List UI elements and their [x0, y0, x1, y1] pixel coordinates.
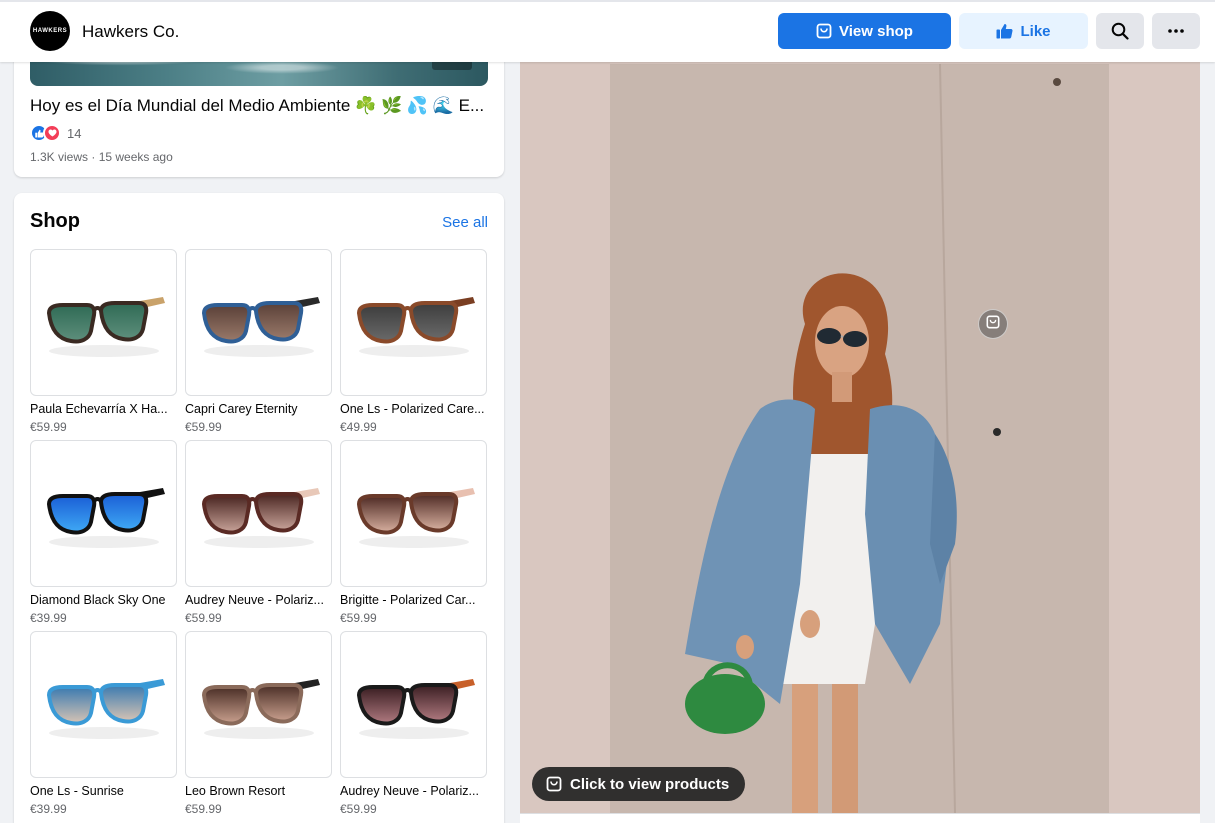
sunglasses-icon [356, 487, 475, 548]
product-price: €59.99 [340, 611, 377, 625]
view-products-label: Click to view products [570, 775, 730, 793]
reactions-summary[interactable]: 14 [30, 124, 81, 142]
viewer-footer [520, 813, 1200, 823]
sunglasses-icon [46, 487, 165, 548]
product-image[interactable] [185, 249, 332, 396]
sunglasses-icon [356, 296, 475, 357]
product-tag-button[interactable] [978, 309, 1008, 339]
search-button[interactable] [1096, 13, 1144, 49]
view-products-button[interactable]: Click to view products [532, 767, 746, 801]
model-photo-illustration [610, 63, 1109, 813]
product-name[interactable]: One Ls - Polarized Care... [340, 402, 492, 416]
product-price: €39.99 [30, 611, 67, 625]
reaction-count: 14 [67, 125, 82, 141]
product-image[interactable] [340, 249, 487, 396]
product-image[interactable] [30, 631, 177, 778]
product-price: €59.99 [185, 611, 222, 625]
photo-viewer[interactable]: Click to view products [520, 62, 1200, 813]
sunglasses-icon [201, 296, 320, 357]
shop-title: Shop [30, 210, 80, 232]
search-icon [1111, 22, 1129, 40]
product-name[interactable]: Brigitte - Polarized Car... [340, 593, 492, 607]
product-price: €49.99 [340, 420, 377, 434]
see-all-link[interactable]: See all [442, 214, 488, 231]
sunglasses-icon [356, 678, 475, 739]
product-item[interactable]: One Ls - Sunrise €39.99 [30, 631, 177, 816]
like-page-button[interactable]: Like [959, 13, 1088, 49]
product-image[interactable] [30, 440, 177, 587]
product-price: €59.99 [185, 802, 222, 816]
shop-bag-icon [546, 776, 562, 792]
product-item[interactable]: Brigitte - Polarized Car... €59.99 [340, 440, 487, 625]
video-title[interactable]: Hoy es el Día Mundial del Medio Ambiente… [30, 96, 490, 116]
view-shop-button[interactable]: View shop [778, 13, 951, 49]
view-shop-label: View shop [839, 22, 913, 40]
product-photo[interactable] [610, 63, 1109, 813]
product-name[interactable]: Paula Echevarría X Ha... [30, 402, 182, 416]
product-price: €39.99 [30, 802, 67, 816]
sunglasses-icon [201, 678, 320, 739]
product-image[interactable] [185, 440, 332, 587]
sunglasses-icon [46, 296, 165, 357]
product-item[interactable]: Audrey Neuve - Polariz... €59.99 [340, 631, 487, 816]
video-meta: 1.3K views · 15 weeks ago [30, 150, 173, 164]
product-item[interactable]: Paula Echevarría X Ha... €59.99 [30, 249, 177, 434]
love-reaction-icon [43, 124, 61, 142]
product-name[interactable]: One Ls - Sunrise [30, 784, 182, 798]
product-price: €59.99 [30, 420, 67, 434]
product-image[interactable] [340, 631, 487, 778]
page-name[interactable]: Hawkers Co. [82, 22, 179, 42]
logo-text: HAWKERS [32, 28, 68, 34]
sunglasses-icon [201, 487, 320, 548]
product-item[interactable]: One Ls - Polarized Care... €49.99 [340, 249, 487, 434]
product-price: €59.99 [185, 420, 222, 434]
shop-bag-icon [816, 23, 832, 39]
product-name[interactable]: Diamond Black Sky One [30, 593, 182, 607]
product-item[interactable]: Capri Carey Eternity €59.99 [185, 249, 332, 434]
more-options-button[interactable] [1152, 13, 1200, 49]
product-price: €59.99 [340, 802, 377, 816]
product-name[interactable]: Audrey Neuve - Polariz... [340, 784, 492, 798]
shop-card: Shop See all Paula Echevarría X Ha... €59… [14, 193, 504, 823]
product-item[interactable]: Diamond Black Sky One €39.99 [30, 440, 177, 625]
product-name[interactable]: Audrey Neuve - Polariz... [185, 593, 337, 607]
like-label: Like [1020, 22, 1051, 40]
sunglasses-icon [46, 678, 165, 739]
product-item[interactable]: Leo Brown Resort €59.99 [185, 631, 332, 816]
product-image[interactable] [340, 440, 487, 587]
page-header: HAWKERS Hawkers Co. View shop Like [0, 0, 1215, 62]
shop-bag-icon [986, 315, 1000, 334]
product-name[interactable]: Capri Carey Eternity [185, 402, 337, 416]
thumbs-up-icon [996, 23, 1014, 39]
more-icon [1168, 29, 1184, 33]
product-item[interactable]: Audrey Neuve - Polariz... €59.99 [185, 440, 332, 625]
product-image[interactable] [30, 249, 177, 396]
page-avatar[interactable]: HAWKERS [30, 11, 70, 51]
product-image[interactable] [185, 631, 332, 778]
product-name[interactable]: Leo Brown Resort [185, 784, 337, 798]
